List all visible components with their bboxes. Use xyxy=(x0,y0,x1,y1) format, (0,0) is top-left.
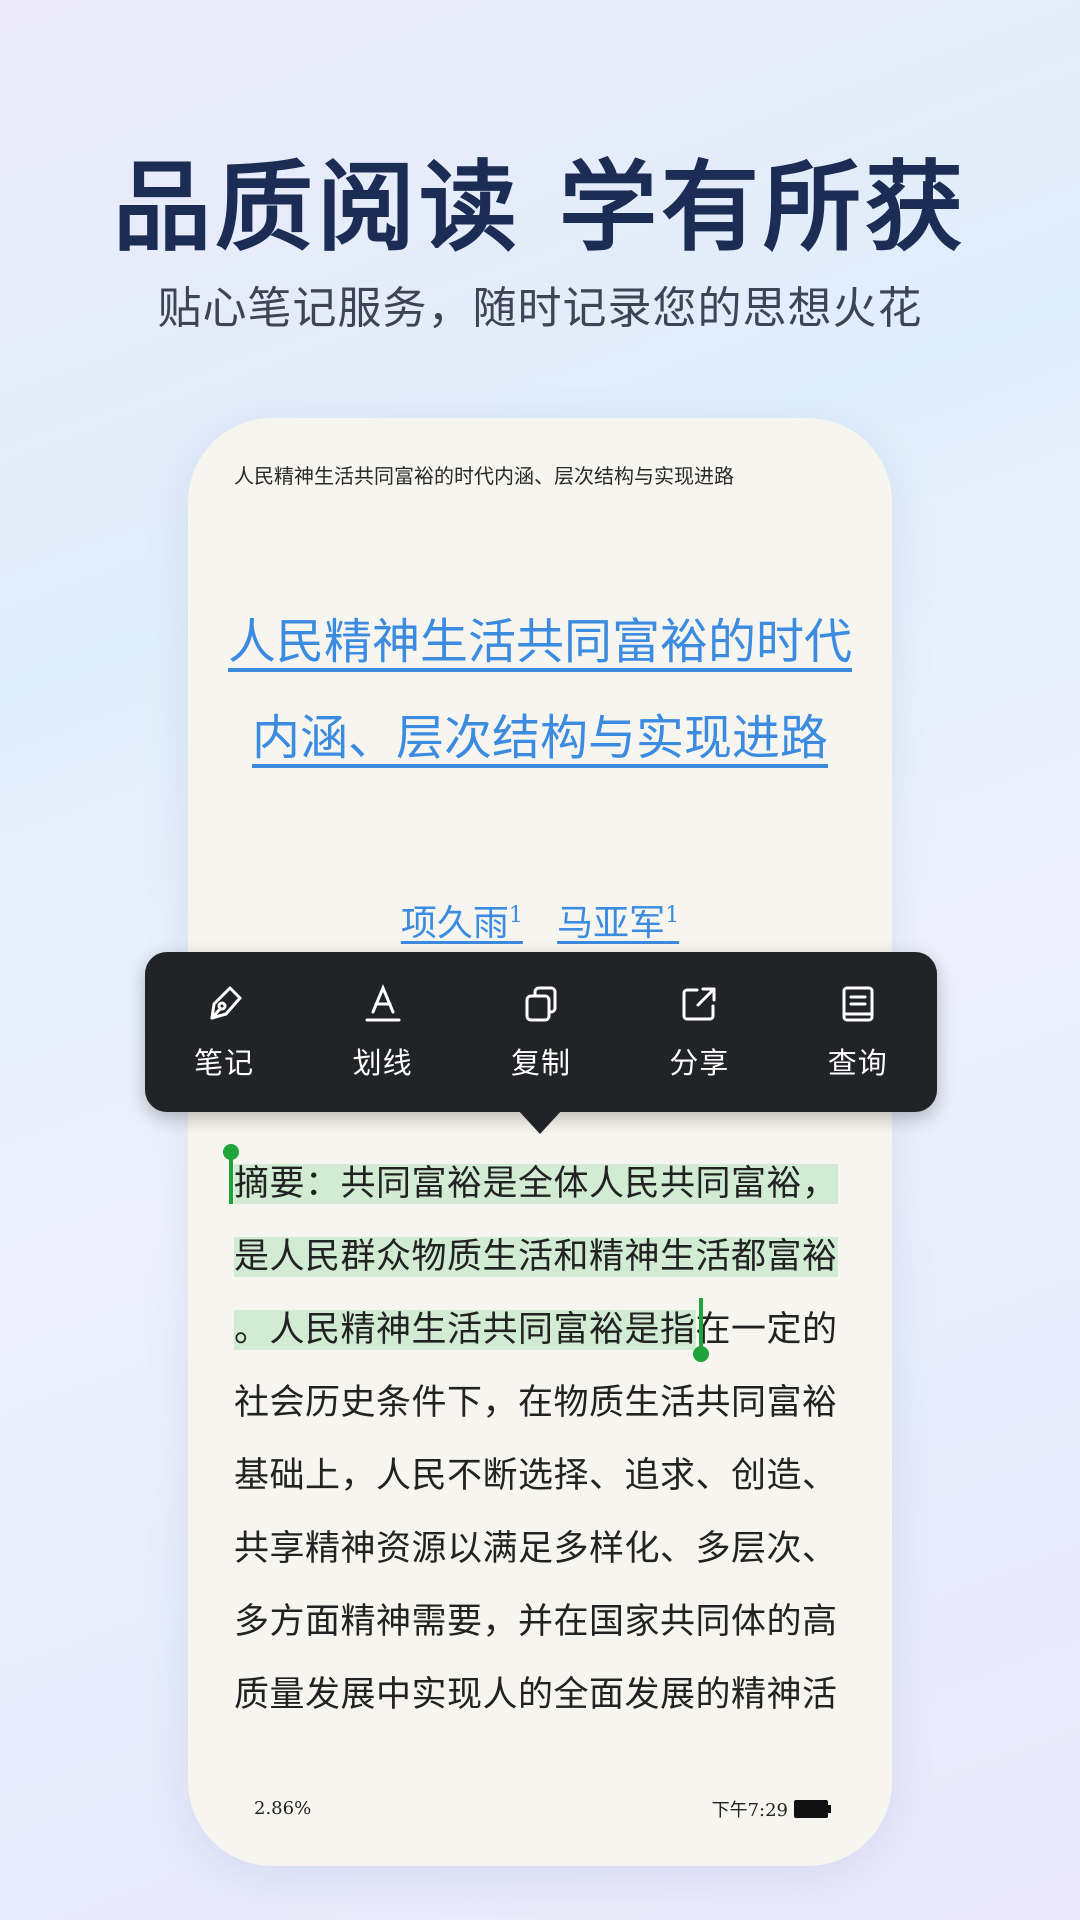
text-line: 社会历史条件下，在物质生活共同富裕 xyxy=(234,1383,838,1423)
lookup-label: 查询 xyxy=(827,1046,888,1080)
share-label: 分享 xyxy=(669,1046,730,1080)
reader-screen: 人民精神生活共同富裕的时代内涵、层次结构与实现进路 人民精神生活共同富裕的时代 … xyxy=(188,418,892,1866)
text-line: 摘要：共同富裕是全体人民共同富裕， xyxy=(234,1148,844,1221)
lookup-button[interactable]: 查询 xyxy=(788,982,928,1082)
selection-end-caret xyxy=(699,1298,703,1350)
article-title-line2: 内涵、层次结构与实现进路 xyxy=(251,710,828,766)
underline-label: 划线 xyxy=(352,1046,413,1080)
context-menu-pointer xyxy=(518,1110,562,1134)
copy-button[interactable]: 复制 xyxy=(471,982,611,1082)
note-button[interactable]: 笔记 xyxy=(154,982,294,1082)
text-line: 。人民精神生活共同富裕是指在一定的 xyxy=(234,1294,844,1367)
headline: 品质阅读 学有所获 xyxy=(112,151,968,265)
text-line: 是人民群众物质生活和精神生活都富裕 xyxy=(234,1221,844,1294)
selected-text[interactable]: 。人民精神生活共同富裕是指 xyxy=(234,1310,696,1350)
text-line: 多方面精神需要，并在国家共同体的高 xyxy=(234,1602,838,1642)
underline-button[interactable]: 划线 xyxy=(313,982,453,1082)
selected-text[interactable]: 摘要：共同富裕是全体人民共同富裕， xyxy=(234,1164,838,1204)
selection-start-caret xyxy=(229,1152,233,1204)
selection-context-menu: 笔记 划线 复制 分享 查询 xyxy=(145,952,937,1112)
reading-progress: 2.86% xyxy=(254,1798,312,1819)
author-link-2[interactable]: 马亚军1 xyxy=(557,903,679,944)
author-link-1[interactable]: 项久雨1 xyxy=(401,903,523,944)
copy-label: 复制 xyxy=(510,1046,571,1080)
running-head: 人民精神生活共同富裕的时代内涵、层次结构与实现进路 xyxy=(234,464,734,488)
selection-end-handle[interactable] xyxy=(693,1346,709,1362)
copy-icon xyxy=(525,986,557,1022)
authors: 项久雨1 马亚军1 xyxy=(188,894,892,946)
article-title[interactable]: 人民精神生活共同富裕的时代 内涵、层次结构与实现进路 xyxy=(218,594,862,786)
text-line: 共享精神资源以满足多样化、多层次、 xyxy=(234,1529,838,1569)
text-line: 质量发展中实现人的全面发展的精神活 xyxy=(234,1675,838,1715)
article-title-line1: 人民精神生活共同富裕的时代 xyxy=(227,614,852,670)
selected-text[interactable]: 是人民群众物质生活和精神生活都富裕 xyxy=(234,1237,838,1277)
subheadline: 贴心笔记服务，随时记录您的思想火花 xyxy=(157,283,923,334)
share-icon xyxy=(682,987,716,1021)
underline-icon xyxy=(365,984,401,1022)
battery-icon xyxy=(794,1800,831,1818)
lookup-icon xyxy=(842,986,874,1022)
body-text[interactable]: 摘要：共同富裕是全体人民共同富裕， 是人民群众物质生活和精神生活都富裕 。人民精… xyxy=(234,1148,844,1732)
pen-icon xyxy=(210,986,242,1020)
share-button[interactable]: 分享 xyxy=(629,982,769,1082)
text-line: 基础上，人民不断选择、追求、创造、 xyxy=(234,1456,838,1496)
unselected-text: 在一定的 xyxy=(695,1310,838,1350)
status-bar-right: 下午7:29 xyxy=(711,1796,831,1822)
clock: 下午7:29 xyxy=(711,1800,788,1821)
note-label: 笔记 xyxy=(194,1046,255,1080)
